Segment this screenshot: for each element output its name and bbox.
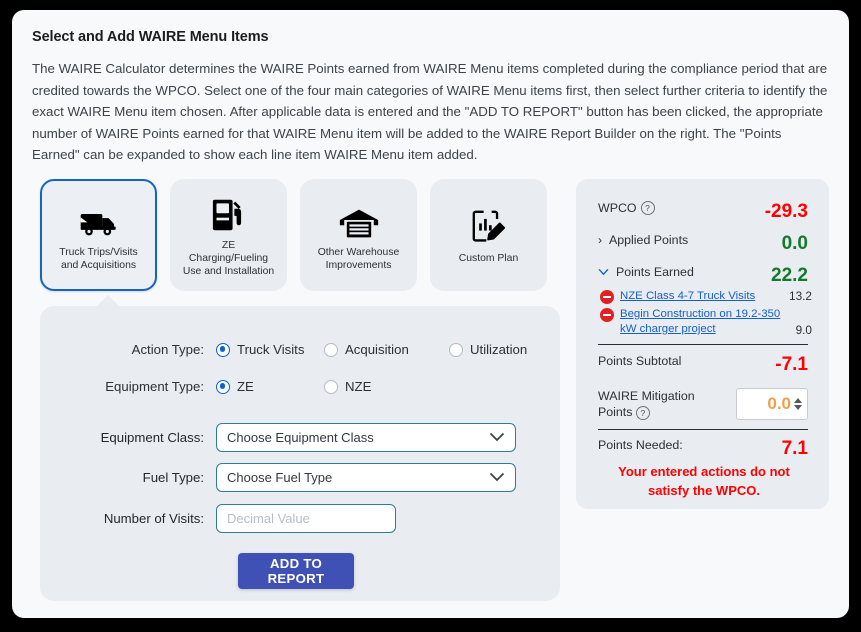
line-item-value: 13.2 xyxy=(789,289,812,303)
selected-tab-pointer xyxy=(97,295,119,306)
wpco-value: -29.3 xyxy=(765,201,808,223)
menu-item-form-panel: Action Type: Truck Visits Acquisition Ut… xyxy=(40,306,560,601)
stepper-up-icon[interactable] xyxy=(794,398,802,403)
wpco-label-group: WPCO ? xyxy=(598,201,655,215)
category-tab-label: Custom Plan xyxy=(455,252,522,265)
category-tab-label: ZE Charging/Fueling Use and Installation xyxy=(179,239,278,278)
equipment-class-label: Equipment Class: xyxy=(40,430,216,445)
applied-points-row[interactable]: › Applied Points 0.0 xyxy=(598,233,808,255)
wpco-row: WPCO ? -29.3 xyxy=(598,201,808,223)
equipment-class-row: Equipment Class: Choose Equipment Class xyxy=(40,423,560,452)
waire-report-builder-panel: WPCO ? -29.3 › Applied Points 0.0 Points… xyxy=(576,179,829,509)
category-tab-custom-plan[interactable]: Custom Plan xyxy=(430,179,547,291)
radio-indicator[interactable] xyxy=(216,380,230,394)
line-item-link[interactable]: NZE Class 4-7 Truck Visits xyxy=(620,289,783,304)
radio-equipment-type-nze[interactable]: NZE xyxy=(324,379,371,394)
intro-paragraph: The WAIRE Calculator determines the WAIR… xyxy=(32,58,828,166)
points-subtotal-row: Points Subtotal -7.1 xyxy=(598,354,808,376)
fuel-type-value: Choose Fuel Type xyxy=(227,470,332,485)
chevron-down-icon xyxy=(489,430,505,445)
radio-indicator[interactable] xyxy=(449,343,463,357)
radio-indicator[interactable] xyxy=(324,380,338,394)
points-earned-label: Points Earned xyxy=(616,265,694,279)
divider xyxy=(598,344,808,345)
fuel-type-label: Fuel Type: xyxy=(40,470,216,485)
radio-equipment-type-ze[interactable]: ZE xyxy=(216,379,324,394)
custom-plan-icon xyxy=(472,205,506,245)
points-earned-label-group: Points Earned xyxy=(598,265,694,279)
points-earned-value: 22.2 xyxy=(771,265,808,287)
radio-indicator[interactable] xyxy=(324,343,338,357)
help-icon[interactable]: ? xyxy=(641,201,655,215)
radio-label: Truck Visits xyxy=(237,342,304,357)
app-window: Select and Add WAIRE Menu Items The WAIR… xyxy=(12,10,849,618)
category-tabs: Truck Trips/Visits and Acquisitions ZE C… xyxy=(40,179,560,293)
number-of-visits-label: Number of Visits: xyxy=(40,511,216,526)
list-item: NZE Class 4-7 Truck Visits 13.2 xyxy=(600,289,812,304)
number-of-visits-row: Number of Visits: xyxy=(40,504,560,533)
page-title: Select and Add WAIRE Menu Items xyxy=(32,29,268,45)
radio-label: Acquisition xyxy=(345,342,409,357)
fuel-type-select[interactable]: Choose Fuel Type xyxy=(216,463,516,492)
wpco-warning-message: Your entered actions do not satisfy the … xyxy=(598,462,810,500)
stepper-down-icon[interactable] xyxy=(794,405,802,410)
applied-points-label: Applied Points xyxy=(609,233,688,247)
fuel-pump-icon xyxy=(211,192,247,232)
list-item: Begin Construction on 19.2-350 kW charge… xyxy=(600,307,812,337)
category-tab-truck-trips[interactable]: Truck Trips/Visits and Acquisitions xyxy=(40,179,157,291)
stepper-arrows xyxy=(794,398,805,410)
truck-icon xyxy=(79,199,119,239)
points-needed-row: Points Needed: 7.1 xyxy=(598,438,808,460)
equipment-class-select[interactable]: Choose Equipment Class xyxy=(216,423,516,452)
line-item-link[interactable]: Begin Construction on 19.2-350 kW charge… xyxy=(620,307,790,337)
equipment-type-row: Equipment Type: ZE NZE xyxy=(40,379,560,394)
points-subtotal-value: -7.1 xyxy=(775,354,808,376)
radio-label: Utilization xyxy=(470,342,527,357)
line-item-value: 9.0 xyxy=(796,323,812,337)
help-icon[interactable]: ? xyxy=(636,406,650,420)
remove-icon[interactable] xyxy=(600,308,614,322)
fuel-type-row: Fuel Type: Choose Fuel Type xyxy=(40,463,560,492)
warehouse-icon xyxy=(339,199,379,239)
category-tab-label: Truck Trips/Visits and Acquisitions xyxy=(55,246,142,272)
category-tab-label: Other Warehouse Improvements xyxy=(314,246,404,272)
radio-indicator[interactable] xyxy=(216,343,230,357)
equipment-class-value: Choose Equipment Class xyxy=(227,430,374,445)
radio-label: ZE xyxy=(237,379,254,394)
waire-mitigation-points-row: WAIRE Mitigation Points ? 0.0 xyxy=(598,388,808,420)
page-content: Select and Add WAIRE Menu Items The WAIR… xyxy=(12,10,849,618)
add-to-report-button[interactable]: ADD TO REPORT xyxy=(238,553,354,589)
radio-action-type-truck-visits[interactable]: Truck Visits xyxy=(216,342,324,357)
divider xyxy=(598,429,808,430)
category-tab-ze-charging[interactable]: ZE Charging/Fueling Use and Installation xyxy=(170,179,287,291)
applied-points-value: 0.0 xyxy=(782,233,808,255)
category-tab-other-warehouse[interactable]: Other Warehouse Improvements xyxy=(300,179,417,291)
points-needed-label: Points Needed: xyxy=(598,438,683,452)
action-type-row: Action Type: Truck Visits Acquisition Ut… xyxy=(40,342,560,357)
waire-mitigation-points-stepper[interactable]: 0.0 xyxy=(736,388,808,420)
equipment-type-label: Equipment Type: xyxy=(40,379,216,394)
chevron-right-icon[interactable]: › xyxy=(598,233,602,247)
points-needed-value: 7.1 xyxy=(782,438,808,460)
waire-mitigation-points-value: 0.0 xyxy=(737,394,794,414)
wpco-label: WPCO xyxy=(598,201,637,215)
equipment-type-radio-group: ZE NZE xyxy=(216,379,371,394)
chevron-down-icon xyxy=(489,470,505,485)
chevron-down-icon[interactable] xyxy=(598,265,609,279)
number-of-visits-input[interactable] xyxy=(216,504,396,533)
points-subtotal-label: Points Subtotal xyxy=(598,354,681,368)
waire-mitigation-points-label-group: WAIRE Mitigation Points ? xyxy=(598,388,708,420)
remove-icon[interactable] xyxy=(600,290,614,304)
points-earned-row[interactable]: Points Earned 22.2 xyxy=(598,265,808,287)
action-type-label: Action Type: xyxy=(40,342,216,357)
action-type-radio-group: Truck Visits Acquisition Utilization xyxy=(216,342,527,357)
applied-points-label-group: › Applied Points xyxy=(598,233,688,247)
radio-action-type-acquisition[interactable]: Acquisition xyxy=(324,342,449,357)
radio-action-type-utilization[interactable]: Utilization xyxy=(449,342,527,357)
radio-label: NZE xyxy=(345,379,371,394)
